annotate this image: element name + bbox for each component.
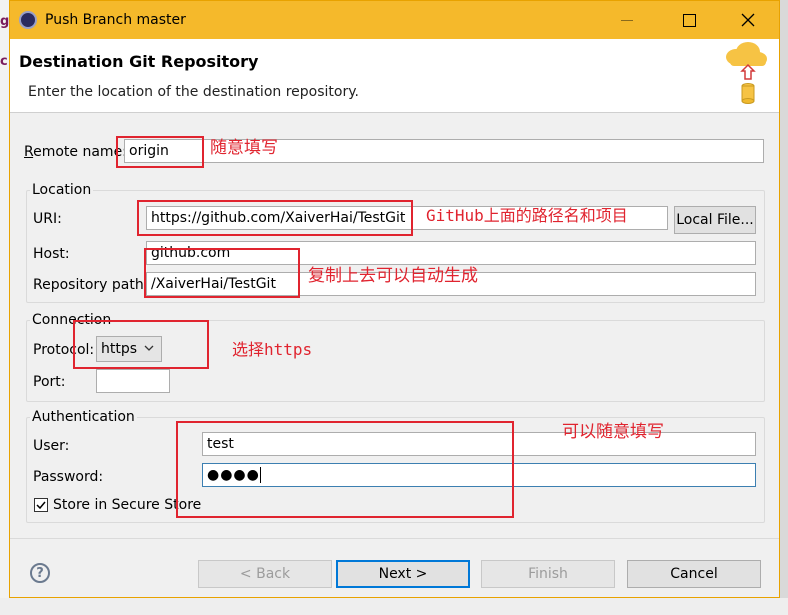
- annotation-box-auth: [176, 421, 514, 518]
- minimize-button[interactable]: [604, 1, 650, 39]
- close-button[interactable]: [725, 1, 771, 39]
- window-title: Push Branch master: [45, 12, 186, 28]
- annotation-remote-note: 随意填写: [210, 138, 278, 158]
- help-icon[interactable]: ?: [30, 563, 50, 583]
- cancel-button[interactable]: Cancel: [627, 560, 761, 588]
- cloud-upload-icon: [726, 42, 767, 104]
- annotation-uri-note: GitHub上面的路径名和项目: [426, 206, 628, 225]
- annotation-auth-note: 可以随意填写: [562, 422, 664, 442]
- page-title: Destination Git Repository: [19, 52, 259, 71]
- annotation-protocol-note: 选择https: [232, 340, 313, 359]
- background-ide-glyph: c: [0, 54, 8, 69]
- title-bar: Push Branch master: [10, 1, 779, 39]
- local-file-button[interactable]: Local File...: [674, 206, 756, 234]
- wizard-banner: Destination Git Repository Enter the loc…: [10, 39, 779, 113]
- port-input[interactable]: [96, 369, 170, 393]
- minimize-icon: [621, 19, 633, 21]
- location-group-title: Location: [30, 182, 94, 198]
- next-button[interactable]: Next >: [336, 560, 470, 588]
- host-label: Host:: [33, 246, 70, 262]
- maximize-button[interactable]: [666, 1, 712, 39]
- background-ide-strip: [0, 0, 9, 615]
- back-button[interactable]: < Back: [198, 560, 332, 588]
- password-label: Password:: [33, 469, 104, 485]
- finish-button[interactable]: Finish: [481, 560, 615, 588]
- annotation-box-remote: [116, 136, 204, 168]
- checkmark-icon: [36, 501, 46, 510]
- page-description: Enter the location of the destination re…: [28, 84, 359, 100]
- authentication-group-title: Authentication: [30, 409, 137, 425]
- annotation-box-protocol: [73, 320, 209, 369]
- user-label: User:: [33, 438, 70, 454]
- background-ide-glyph: g: [0, 14, 10, 29]
- port-label: Port:: [33, 374, 66, 390]
- eclipse-icon: [19, 11, 37, 29]
- close-icon: [741, 13, 755, 27]
- annotation-copy-note: 复制上去可以自动生成: [308, 266, 478, 286]
- remote-name-label: Remote name:: [24, 144, 127, 160]
- uri-label: URI:: [33, 211, 62, 227]
- annotation-box-host-path: [144, 248, 300, 298]
- maximize-icon: [682, 13, 696, 27]
- repository-path-label: Repository path:: [33, 277, 149, 293]
- store-secure-checkbox[interactable]: [34, 498, 48, 512]
- annotation-box-uri: [137, 200, 413, 236]
- footer-divider: [10, 538, 779, 539]
- push-branch-dialog: Push Branch master Destination Git Repos…: [9, 0, 780, 598]
- background-ide-bottom: [0, 598, 788, 615]
